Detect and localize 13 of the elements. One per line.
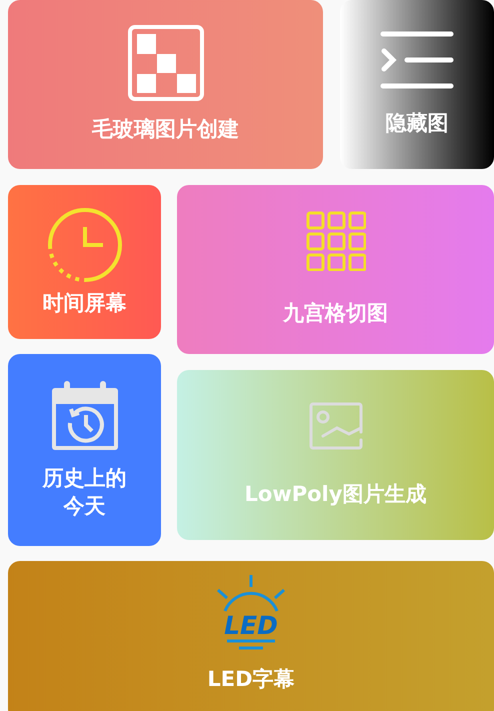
feature-tile[interactable]: LowPoly图片生成 bbox=[177, 370, 494, 540]
feature-tile[interactable]: 毛玻璃图片创建 bbox=[8, 0, 323, 169]
mosaic-icon bbox=[128, 25, 204, 102]
calendar-history-icon bbox=[50, 380, 120, 452]
clock-icon bbox=[46, 206, 122, 283]
image-icon bbox=[306, 402, 364, 450]
feature-tile[interactable]: LED LED字幕 bbox=[8, 561, 494, 711]
feature-tile[interactable]: 隐藏图 bbox=[340, 0, 494, 169]
feature-tile[interactable]: 九宫格切图 bbox=[177, 185, 494, 354]
feature-tile[interactable]: 历史上的今天 bbox=[8, 354, 161, 546]
menu-lines-icon bbox=[380, 31, 454, 90]
feature-tile[interactable]: 时间屏幕 bbox=[8, 185, 161, 339]
grid-icon bbox=[306, 211, 366, 272]
